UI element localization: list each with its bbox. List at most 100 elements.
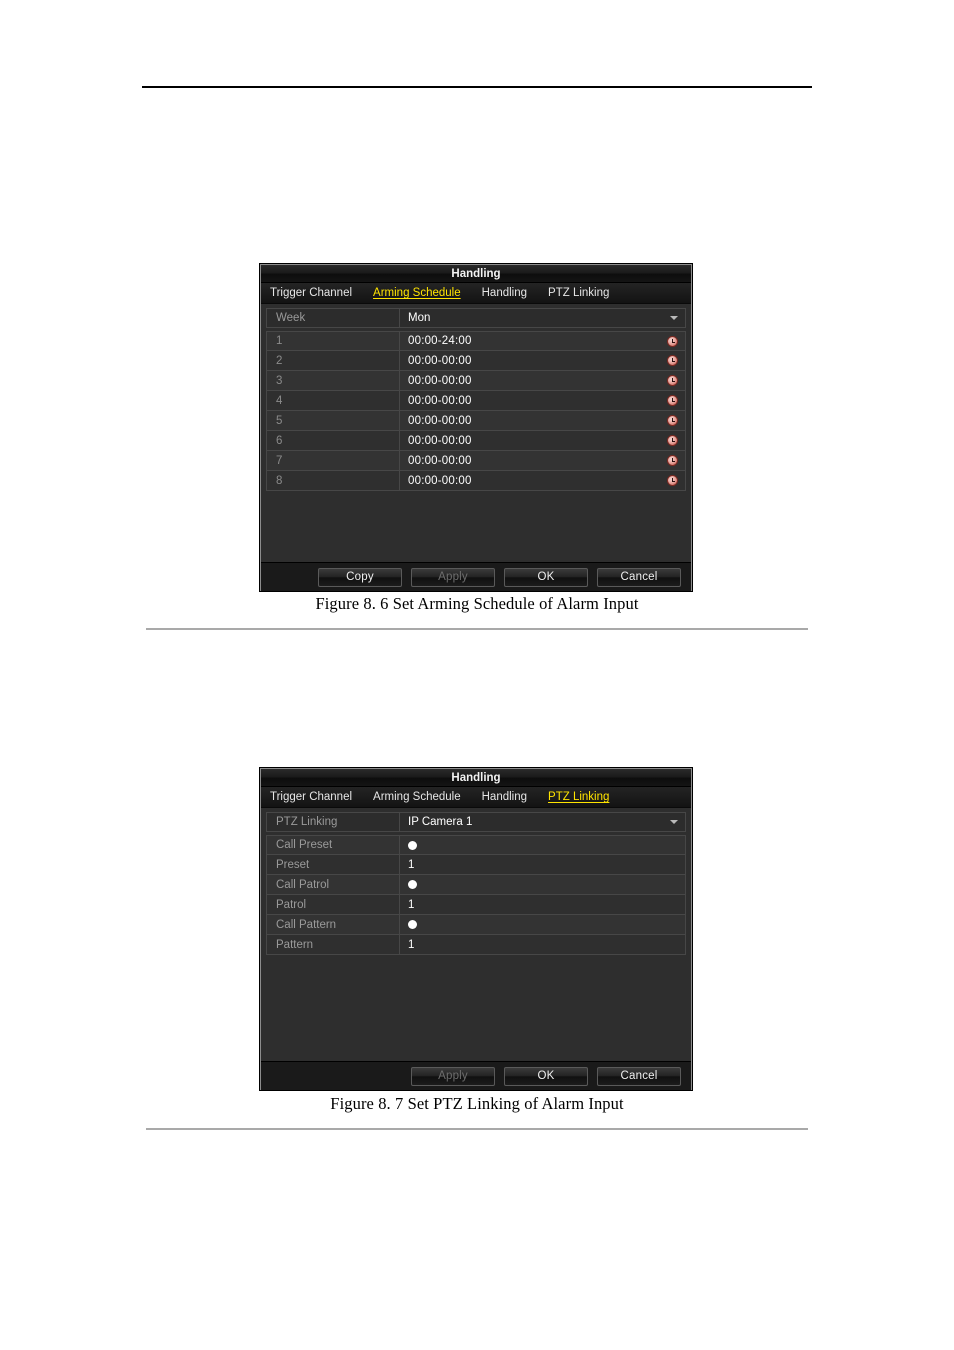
call-preset-value[interactable]	[400, 836, 685, 854]
preset-row[interactable]: Preset 1	[266, 855, 686, 875]
section-separator-rule	[146, 1128, 808, 1130]
table-row[interactable]: 4 00:00-00:00	[266, 391, 686, 411]
ok-button[interactable]: OK	[504, 1066, 588, 1086]
schedule-time-text: 00:00-00:00	[408, 454, 472, 467]
ptz-linking-label: PTZ Linking	[267, 813, 400, 831]
ptz-options-table: Call Preset Preset 1 Call Patrol Patrol …	[266, 835, 686, 955]
apply-button[interactable]: Apply	[411, 567, 495, 587]
week-value-text: Mon	[408, 312, 431, 324]
clock-icon[interactable]	[667, 415, 678, 426]
patrol-row[interactable]: Patrol 1	[266, 895, 686, 915]
ptz-linking-value-text: IP Camera 1	[408, 816, 473, 828]
ok-button[interactable]: OK	[504, 567, 588, 587]
tab-arming-schedule[interactable]: Arming Schedule	[371, 287, 463, 299]
tab-handling[interactable]: Handling	[480, 287, 529, 299]
tab-ptz-linking[interactable]: PTZ Linking	[546, 791, 611, 803]
schedule-index: 1	[267, 332, 400, 350]
dialog-tabbar: Trigger Channel Arming Schedule Handling…	[261, 283, 691, 304]
preset-label: Preset	[267, 855, 400, 874]
chevron-down-icon[interactable]	[670, 316, 678, 320]
call-preset-row[interactable]: Call Preset	[266, 835, 686, 855]
ptz-linking-selector-row[interactable]: PTZ Linking IP Camera 1	[266, 812, 686, 832]
copy-button[interactable]: Copy	[318, 567, 402, 587]
schedule-time[interactable]: 00:00-00:00	[400, 471, 667, 490]
pattern-value[interactable]: 1	[400, 935, 685, 954]
call-pattern-value[interactable]	[400, 915, 685, 934]
table-row[interactable]: 2 00:00-00:00	[266, 351, 686, 371]
clock-icon[interactable]	[667, 375, 678, 386]
schedule-time[interactable]: 00:00-00:00	[400, 431, 667, 450]
schedule-time-text: 00:00-00:00	[408, 414, 472, 427]
dialog-button-bar: Copy Apply OK Cancel	[261, 562, 691, 591]
schedule-index: 5	[267, 411, 400, 430]
schedule-time[interactable]: 00:00-00:00	[400, 391, 667, 410]
cancel-button[interactable]: Cancel	[597, 567, 681, 587]
schedule-table: 1 00:00-24:00 2 00:00-00:00 3 00:00-00:0…	[266, 331, 686, 491]
patrol-value[interactable]: 1	[400, 895, 685, 914]
tab-arming-schedule[interactable]: Arming Schedule	[371, 791, 463, 803]
call-pattern-label: Call Pattern	[267, 915, 400, 934]
table-row[interactable]: 7 00:00-00:00	[266, 451, 686, 471]
dialog-tabbar: Trigger Channel Arming Schedule Handling…	[261, 787, 691, 808]
dialog-button-bar: Apply OK Cancel	[261, 1061, 691, 1090]
figure-caption: Figure 8. 6 Set Arming Schedule of Alarm…	[315, 594, 639, 613]
radio-icon[interactable]	[408, 920, 417, 929]
clock-icon[interactable]	[667, 335, 678, 347]
schedule-time[interactable]: 00:00-00:00	[400, 351, 667, 370]
figure-caption-86-block: Figure 8. 6 Set Arming Schedule of Alarm…	[0, 594, 954, 614]
handling-dialog-ptz-linking: Handling Trigger Channel Arming Schedule…	[260, 768, 692, 1090]
section-separator-rule	[146, 628, 808, 630]
schedule-time-text: 00:00-00:00	[408, 354, 472, 367]
patrol-label: Patrol	[267, 895, 400, 914]
schedule-index: 4	[267, 391, 400, 410]
tab-trigger-channel[interactable]: Trigger Channel	[268, 791, 354, 803]
cancel-button[interactable]: Cancel	[597, 1066, 681, 1086]
call-pattern-row[interactable]: Call Pattern	[266, 915, 686, 935]
week-label: Week	[267, 309, 400, 327]
dialog-body: Week Mon 1 00:00-24:00 2 00:00-00:00 3 0…	[261, 304, 691, 591]
schedule-time-text: 00:00-00:00	[408, 474, 472, 487]
ptz-linking-value[interactable]: IP Camera 1	[400, 813, 685, 831]
table-row[interactable]: 5 00:00-00:00	[266, 411, 686, 431]
dialog-body: PTZ Linking IP Camera 1 Call Preset Pres…	[261, 808, 691, 1090]
table-row[interactable]: 3 00:00-00:00	[266, 371, 686, 391]
schedule-index: 2	[267, 351, 400, 370]
clock-icon[interactable]	[667, 355, 678, 366]
table-row[interactable]: 6 00:00-00:00	[266, 431, 686, 451]
handling-dialog-arming-schedule: Handling Trigger Channel Arming Schedule…	[260, 264, 692, 591]
apply-button[interactable]: Apply	[411, 1066, 495, 1086]
schedule-index: 3	[267, 371, 400, 390]
call-patrol-label: Call Patrol	[267, 875, 400, 894]
schedule-time[interactable]: 00:00-00:00	[400, 451, 667, 470]
table-row[interactable]: 1 00:00-24:00	[266, 331, 686, 351]
pattern-label: Pattern	[267, 935, 400, 954]
tab-handling[interactable]: Handling	[480, 791, 529, 803]
preset-value[interactable]: 1	[400, 855, 685, 874]
schedule-index: 6	[267, 431, 400, 450]
schedule-time[interactable]: 00:00-00:00	[400, 411, 667, 430]
clock-icon[interactable]	[667, 475, 678, 486]
clock-icon[interactable]	[667, 395, 678, 406]
week-selector-row[interactable]: Week Mon	[266, 308, 686, 328]
schedule-time[interactable]: 00:00-00:00	[400, 371, 667, 390]
figure-caption: Figure 8. 7 Set PTZ Linking of Alarm Inp…	[330, 1094, 624, 1113]
dialog-title: Handling	[261, 769, 691, 787]
radio-icon[interactable]	[408, 880, 417, 889]
radio-icon[interactable]	[408, 840, 417, 850]
call-patrol-value[interactable]	[400, 875, 685, 894]
tab-trigger-channel[interactable]: Trigger Channel	[268, 287, 354, 299]
call-preset-label: Call Preset	[267, 836, 400, 854]
schedule-time-text: 00:00-24:00	[408, 335, 472, 347]
pattern-row[interactable]: Pattern 1	[266, 935, 686, 955]
week-value[interactable]: Mon	[400, 309, 685, 327]
schedule-time[interactable]: 00:00-24:00	[400, 332, 667, 350]
schedule-time-text: 00:00-00:00	[408, 434, 472, 447]
schedule-time-text: 00:00-00:00	[408, 394, 472, 407]
document-page: Handling Trigger Channel Arming Schedule…	[0, 0, 954, 1350]
tab-ptz-linking[interactable]: PTZ Linking	[546, 287, 611, 299]
table-row[interactable]: 8 00:00-00:00	[266, 471, 686, 491]
chevron-down-icon[interactable]	[670, 820, 678, 824]
call-patrol-row[interactable]: Call Patrol	[266, 875, 686, 895]
clock-icon[interactable]	[667, 435, 678, 446]
clock-icon[interactable]	[667, 455, 678, 466]
